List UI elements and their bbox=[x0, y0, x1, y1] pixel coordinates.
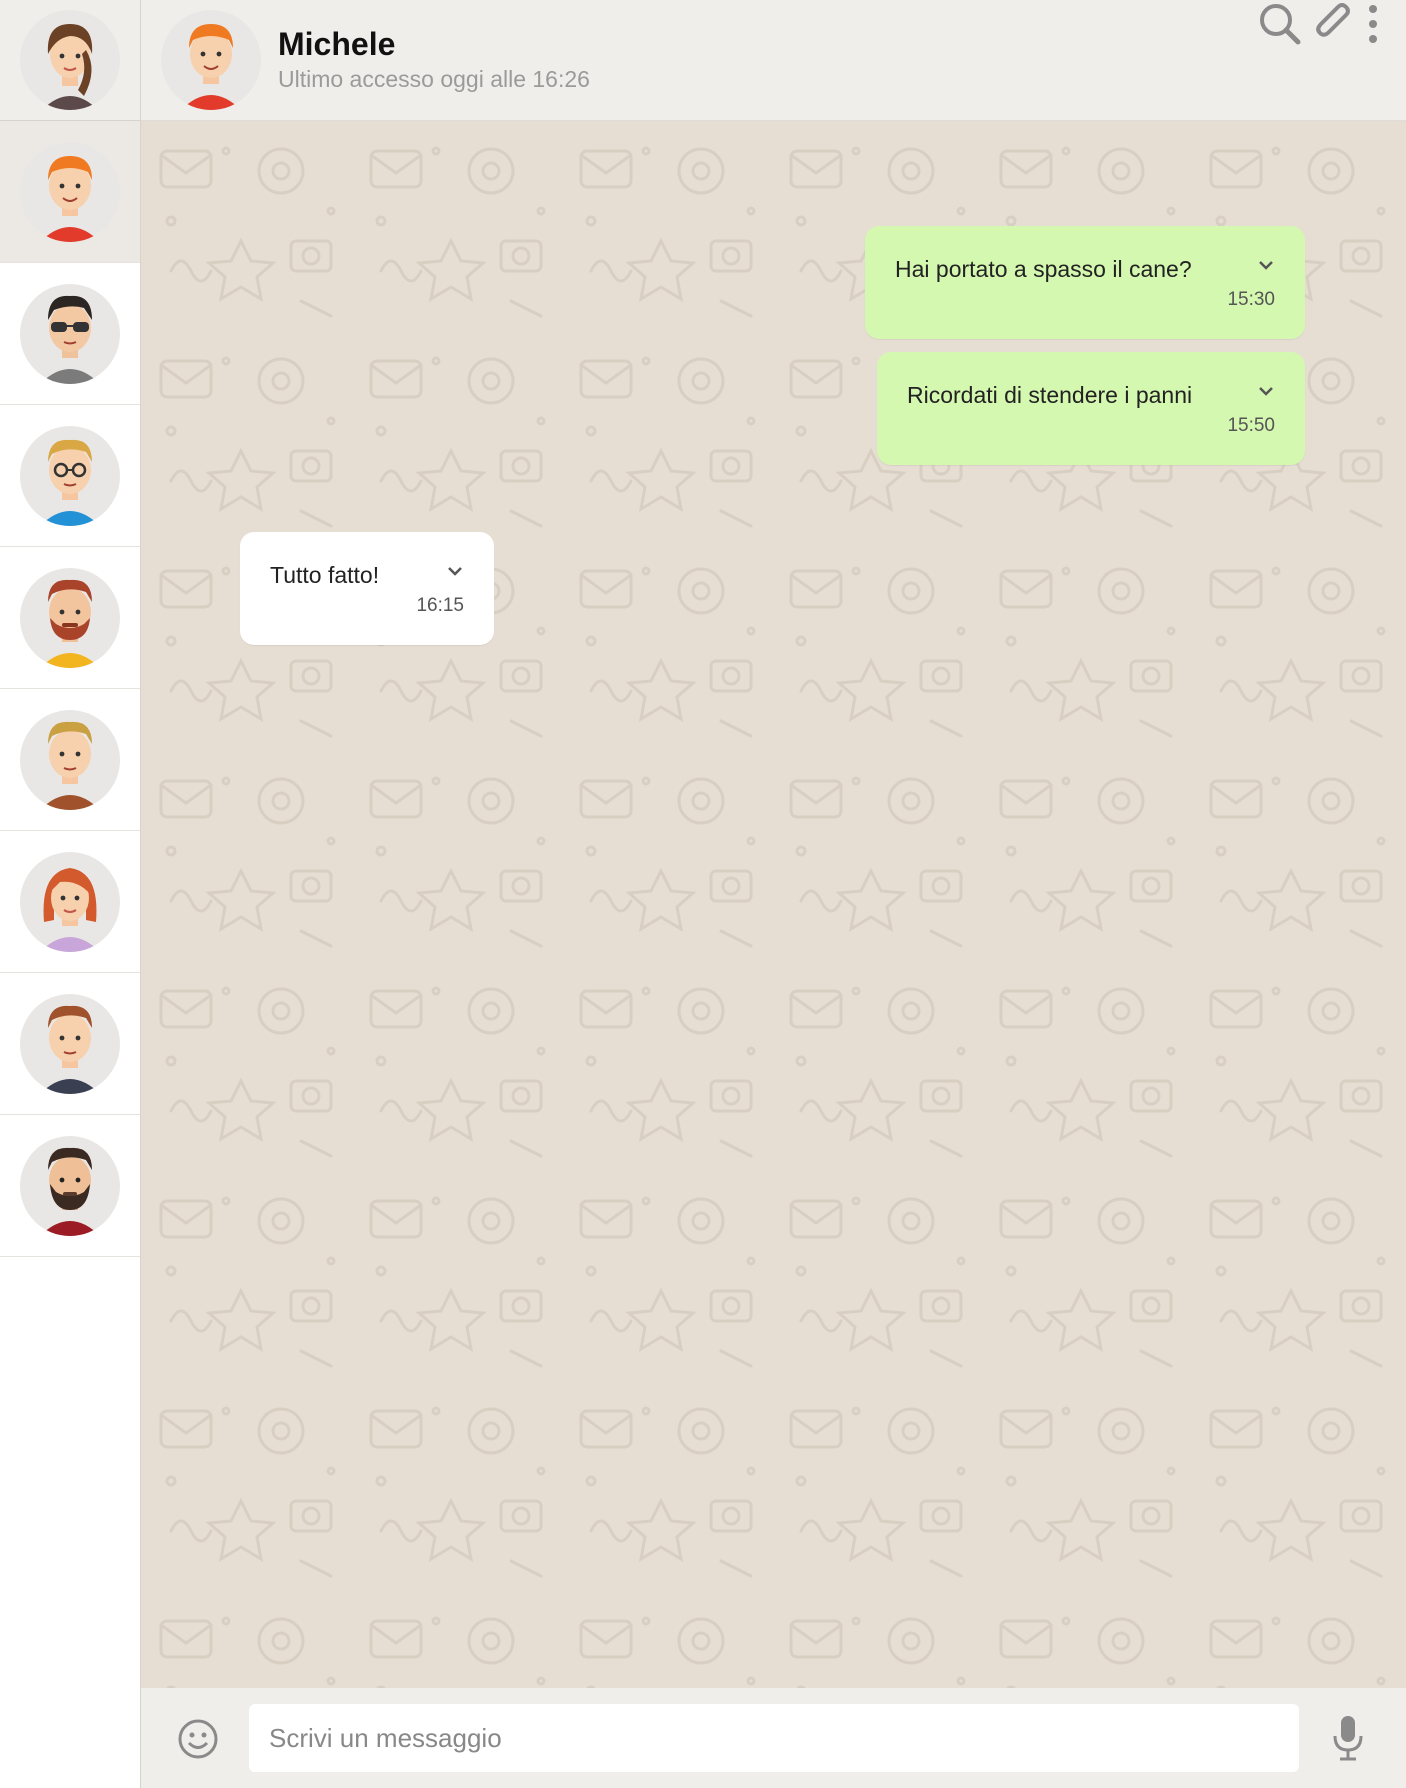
paperclip-icon[interactable] bbox=[1311, 0, 1359, 48]
contact-avatar bbox=[20, 851, 120, 952]
search-icon[interactable] bbox=[1256, 0, 1304, 48]
message-time: 15:30 bbox=[1227, 289, 1275, 310]
contact-avatar bbox=[20, 141, 120, 242]
contact-avatar bbox=[20, 283, 120, 384]
contact-item-5[interactable] bbox=[0, 689, 140, 831]
chevron-down-icon[interactable] bbox=[1255, 254, 1277, 276]
contact-avatar bbox=[20, 709, 120, 810]
last-seen-status: Ultimo accesso oggi alle 16:26 bbox=[278, 66, 590, 92]
message-time: 15:50 bbox=[1227, 415, 1275, 436]
more-vertical-icon[interactable] bbox=[1363, 0, 1383, 48]
chat-messages-area[interactable]: Hai portato a spasso il cane? 15:30 Rico… bbox=[141, 121, 1406, 1688]
my-profile[interactable] bbox=[0, 0, 140, 121]
contact-item-4[interactable] bbox=[0, 547, 140, 689]
contact-item-7[interactable] bbox=[0, 973, 140, 1115]
message-text: Hai portato a spasso il cane? bbox=[895, 256, 1192, 282]
message-bubble-received[interactable]: Tutto fatto! 16:15 bbox=[240, 532, 494, 645]
message-bubble-sent[interactable]: Hai portato a spasso il cane? 15:30 bbox=[865, 226, 1305, 339]
contact-item-2[interactable] bbox=[0, 263, 140, 405]
contact-avatar bbox=[20, 425, 120, 526]
contact-avatar bbox=[20, 993, 120, 1094]
contact-item-michele[interactable] bbox=[0, 121, 140, 263]
microphone-icon[interactable] bbox=[1330, 1714, 1366, 1762]
contact-item-3[interactable] bbox=[0, 405, 140, 547]
message-bubble-sent[interactable]: Ricordati di stendere i panni 15:50 bbox=[877, 352, 1305, 465]
chat-header: Michele Ultimo accesso oggi alle 16:26 bbox=[141, 0, 1406, 121]
message-text: Tutto fatto! bbox=[270, 562, 380, 588]
contact-name: Michele bbox=[278, 26, 396, 62]
message-composer bbox=[141, 1688, 1406, 1788]
chevron-down-icon[interactable] bbox=[444, 560, 466, 582]
contact-item-6[interactable] bbox=[0, 831, 140, 973]
contact-item-8[interactable] bbox=[0, 1115, 140, 1257]
contact-avatar bbox=[20, 567, 120, 668]
message-input[interactable] bbox=[249, 1704, 1299, 1772]
message-time: 16:15 bbox=[416, 595, 464, 616]
my-avatar[interactable] bbox=[20, 10, 120, 110]
contact-avatar bbox=[20, 1135, 120, 1236]
contacts-sidebar bbox=[0, 0, 141, 1788]
contact-avatar[interactable] bbox=[161, 10, 261, 110]
chevron-down-icon[interactable] bbox=[1255, 380, 1277, 402]
message-text: Ricordati di stendere i panni bbox=[907, 382, 1193, 408]
emoji-icon[interactable] bbox=[177, 1718, 219, 1760]
